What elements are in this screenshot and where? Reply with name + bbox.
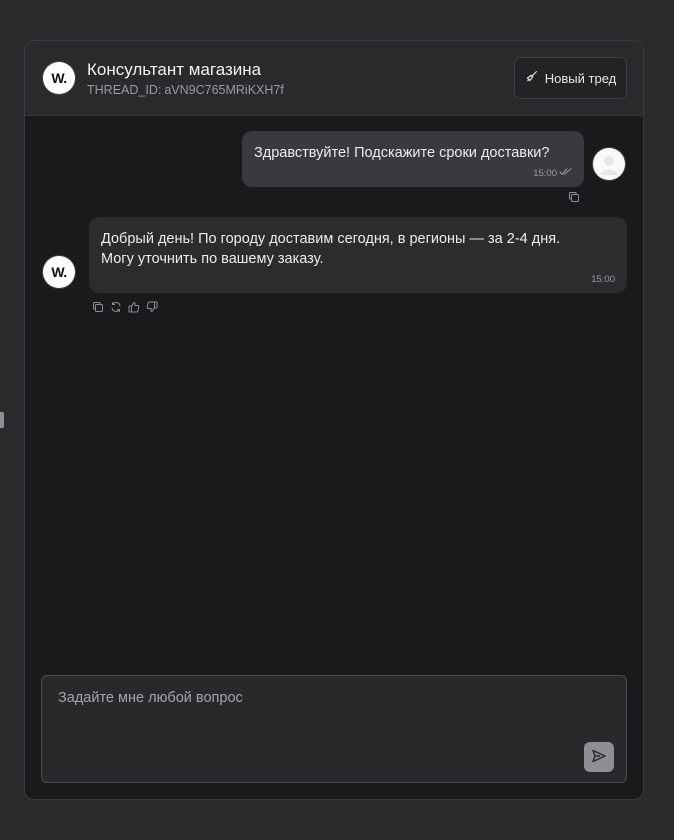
user-message: Здравствуйте! Подскажите сроки доставки?… [242,131,584,187]
side-panel-handle[interactable] [0,412,4,428]
copy-icon[interactable] [92,300,104,312]
user-message-meta: 15:00 [533,167,572,179]
brand-logo: W. [43,62,75,94]
message-composer [41,675,627,783]
assistant-avatar: W. [43,256,75,288]
thread-id: THREAD_ID: aVN9C765MRiKXH7f [87,83,284,97]
double-check-icon [559,167,572,179]
copy-icon[interactable] [568,190,580,202]
new-thread-label: Новый тред [544,70,617,86]
user-avatar [593,148,625,180]
chat-title: Консультант магазина [87,60,262,79]
assistant-message-line: Могу уточнить по вашему заказу. [101,251,324,267]
send-button[interactable] [584,742,614,772]
thumbs-up-icon[interactable] [128,300,140,313]
chat-header: W. Консультант магазина THREAD_ID: aVN9C7… [25,41,643,116]
regenerate-icon[interactable] [110,300,122,312]
message-input[interactable] [42,676,626,782]
user-silhouette-icon [600,156,618,175]
assistant-message-actions [92,300,158,313]
assistant-message: Добрый день! По городу доставим сегодня,… [89,217,627,293]
send-icon [591,748,607,767]
thumbs-down-icon[interactable] [146,300,158,312]
broom-icon [525,70,538,86]
thread-id-value: aVN9C765MRiKXH7f [164,83,284,97]
assistant-message-time: 15:00 [591,274,615,285]
new-thread-button[interactable]: Новый тред [514,57,627,99]
chat-widget: W. Консультант магазина THREAD_ID: aVN9C7… [24,40,644,800]
user-message-time: 15:00 [533,167,557,179]
user-message-text: Здравствуйте! Подскажите сроки доставки? [254,145,550,161]
assistant-message-line: Добрый день! По городу доставим сегодня,… [101,231,561,247]
thread-id-label: THREAD_ID: [87,83,162,97]
